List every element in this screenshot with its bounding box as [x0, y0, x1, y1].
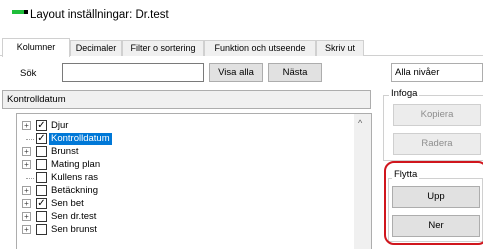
expand-icon[interactable]: +	[22, 147, 31, 156]
tree-item-kullens-ras[interactable]: Kullens ras	[17, 172, 337, 184]
tab-decimaler[interactable]: Decimaler	[70, 40, 122, 56]
tree-item-label: Kontrolldatum	[49, 133, 112, 145]
tree-item-label: Sen brunst	[51, 224, 97, 235]
delete-button[interactable]: Radera	[393, 133, 481, 155]
expand-icon[interactable]: +	[22, 186, 31, 195]
expand-icon[interactable]: +	[22, 212, 31, 221]
tree-item-label: Betäckning	[51, 185, 99, 196]
tree-item-brunst[interactable]: + Brunst	[17, 146, 337, 158]
checkbox-unchecked[interactable]	[36, 146, 47, 157]
scroll-up-arrow-icon[interactable]: ^	[358, 118, 362, 128]
tree-item-label: Mating plan	[51, 159, 101, 170]
tree-item-label: Sen dr.test	[51, 211, 97, 222]
vertical-scrollbar[interactable]: ^	[354, 114, 371, 249]
window-title: Layout inställningar: Dr.test	[30, 9, 169, 21]
tree-item-sen-drtest[interactable]: + Sen dr.test	[17, 211, 337, 223]
checkbox-unchecked[interactable]	[36, 211, 47, 222]
checkbox-checked[interactable]: ✓	[36, 198, 47, 209]
level-select[interactable]: Alla nivåer	[391, 63, 483, 82]
tab-kolumner[interactable]: Kolumner	[2, 38, 70, 57]
tab-strip: Kolumner Decimaler Filter o sortering Fu…	[0, 38, 483, 57]
checkbox-checked[interactable]: ✓	[36, 120, 47, 131]
tab-funktion-utseende[interactable]: Funktion och utseende	[204, 40, 316, 56]
highlight-ring	[384, 161, 483, 245]
copy-button[interactable]: Kopiera	[393, 104, 481, 126]
tab-skriv-ut[interactable]: Skriv ut	[316, 40, 364, 56]
tab-filter-sortering[interactable]: Filter o sortering	[122, 40, 204, 56]
expand-icon[interactable]: +	[22, 225, 31, 234]
selected-column-header: Kontrolldatum	[2, 90, 371, 109]
tree-item-betackning[interactable]: + Betäckning	[17, 185, 337, 197]
title-bar: Layout inställningar: Dr.test	[0, 0, 483, 32]
tree-item-sen-brunst[interactable]: + Sen brunst	[17, 224, 337, 236]
checkbox-unchecked[interactable]	[36, 185, 47, 196]
tree-item-kontrolldatum[interactable]: ✓ Kontrolldatum	[17, 133, 337, 145]
tree-item-sen-bet[interactable]: + ✓ Sen bet	[17, 198, 337, 210]
tree-connector	[26, 178, 34, 179]
column-tree[interactable]: + ✓ Djur ✓ Kontrolldatum + Brunst + Mati…	[16, 113, 372, 249]
expand-icon[interactable]: +	[22, 199, 31, 208]
tree-connector	[26, 139, 34, 140]
next-button[interactable]: Nästa	[268, 63, 322, 82]
tree-item-label: Kullens ras	[51, 172, 98, 183]
checkbox-unchecked[interactable]	[36, 224, 47, 235]
tree-item-label: Djur	[51, 120, 69, 131]
tree-item-mating-plan[interactable]: + Mating plan	[17, 159, 337, 171]
expand-icon[interactable]: +	[22, 160, 31, 169]
search-label: Sök	[20, 68, 37, 79]
app-icon	[12, 10, 28, 18]
show-all-button[interactable]: Visa alla	[209, 63, 263, 82]
checkbox-unchecked[interactable]	[36, 159, 47, 170]
checkbox-checked[interactable]: ✓	[36, 133, 47, 144]
search-input[interactable]	[62, 63, 204, 82]
tree-item-label: Sen bet	[51, 198, 84, 209]
checkbox-unchecked[interactable]	[36, 172, 47, 183]
tree-item-djur[interactable]: + ✓ Djur	[17, 120, 337, 132]
tree-item-label: Brunst	[51, 146, 79, 157]
expand-icon[interactable]: +	[22, 121, 31, 130]
infoga-group-title: Infoga	[389, 88, 420, 99]
